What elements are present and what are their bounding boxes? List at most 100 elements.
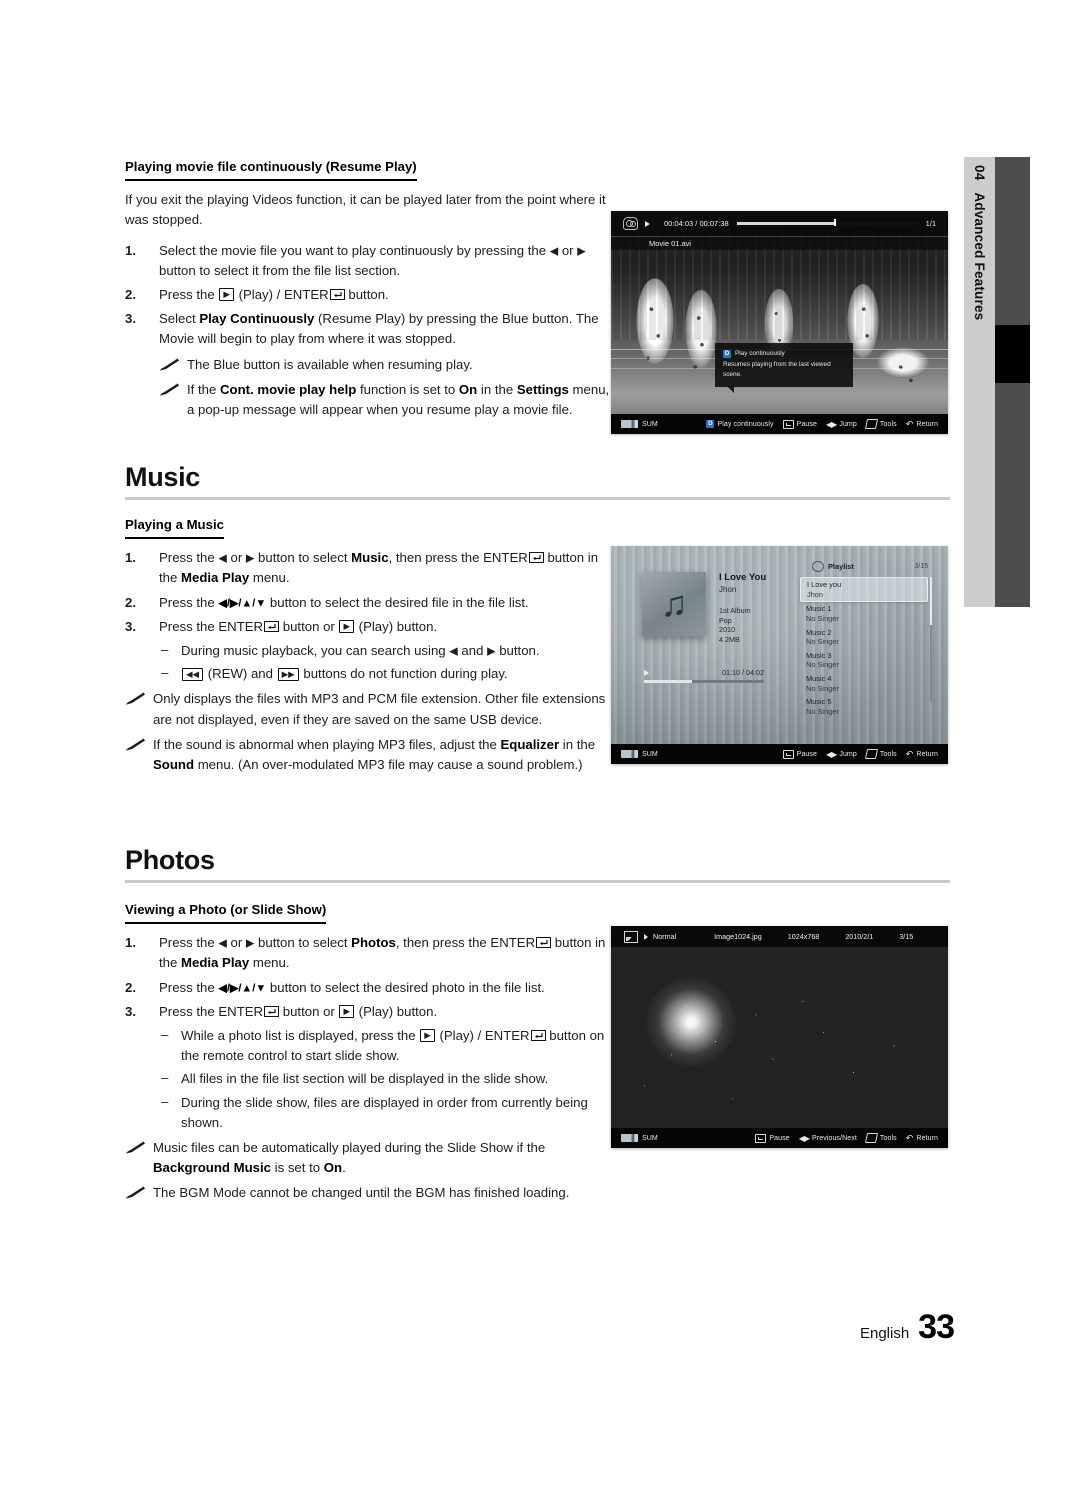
- movie-osd-bottom-bar: SUM D Play continuously Pause ◀▶ Jump To…: [611, 414, 948, 434]
- hint-label: Pause: [796, 420, 818, 428]
- note-text: The BGM Mode cannot be changed until the…: [153, 1185, 570, 1201]
- music-dash-list: – During music playback, you can search …: [159, 641, 615, 684]
- playlist-item[interactable]: Music 1 No Singer: [800, 602, 928, 625]
- playlist-item[interactable]: Music 2 No Singer: [800, 626, 928, 649]
- note-item: The Blue button is available when resumi…: [159, 355, 615, 375]
- pencil-note-icon: [126, 1140, 145, 1154]
- step-item: 3. Select Play Continuously (Resume Play…: [125, 309, 615, 349]
- pencil-note-icon: [160, 382, 179, 396]
- hint-return[interactable]: ↶ Return: [906, 749, 938, 760]
- note-item: Music files can be automatically played …: [125, 1138, 615, 1178]
- enter-key-icon: [329, 288, 345, 300]
- photo-viewer-screenshot: Normal Image1024.jpg 1024x768 2010/2/1 3…: [611, 926, 948, 1148]
- blue-button-badge: D: [706, 420, 715, 428]
- note-text: If the sound is abnormal when playing MP…: [153, 736, 596, 772]
- usb-device-label: SUM: [642, 750, 658, 758]
- tools-icon: [864, 749, 878, 759]
- playlist-item[interactable]: Music 5 No Singer: [800, 695, 928, 718]
- hint-previous-next[interactable]: ◀▶ Previous/Next: [799, 1134, 857, 1143]
- pencil-note-icon: [160, 357, 179, 371]
- step-text: Press the ENTER button or ▶ (Play) butto…: [159, 618, 438, 634]
- hint-tools[interactable]: Tools: [864, 1133, 897, 1143]
- music-time-readout: 01:10 / 04:02: [722, 668, 764, 677]
- pencil-note-icon: [126, 692, 145, 705]
- playlist-item-artist: No Singer: [806, 706, 839, 716]
- playlist-item[interactable]: I Love you Jhon: [800, 577, 928, 603]
- music-player-screenshot: ♫ I Love You Jhon 1st Album Pop 2010 4.2…: [611, 546, 948, 764]
- hint-tools[interactable]: Tools: [864, 419, 897, 429]
- hint-play-continuously[interactable]: D Play continuously: [706, 420, 774, 428]
- note-item: The BGM Mode cannot be changed until the…: [125, 1183, 615, 1203]
- note-text: If the Cont. movie play help function is…: [187, 381, 610, 417]
- chapter-number: 04: [972, 165, 987, 181]
- dash-item: – All files in the file list section wil…: [159, 1069, 615, 1089]
- hint-jump[interactable]: ◀▶ Jump: [826, 750, 857, 759]
- note-item: If the sound is abnormal when playing MP…: [125, 735, 615, 775]
- hint-label: Tools: [879, 1134, 897, 1142]
- hint-pause[interactable]: Pause: [782, 749, 817, 759]
- photo-osd-top-bar: Normal Image1024.jpg 1024x768 2010/2/1 3…: [611, 926, 948, 947]
- music-progress-bar[interactable]: [644, 680, 764, 683]
- hint-label: Return: [916, 420, 938, 428]
- movie-progress-fill: [736, 222, 835, 225]
- step-text: Press the ◀/▶/▲/▼ button to select the d…: [159, 594, 529, 610]
- playlist-scrollbar[interactable]: [930, 577, 932, 701]
- hint-label: Pause: [769, 1134, 790, 1142]
- page-footer: English 33: [860, 1308, 955, 1347]
- dash-text: ◀◀ (REW) and ▶▶ buttons do not function …: [181, 666, 508, 681]
- play-key-icon: ▶: [219, 288, 234, 302]
- playlist-item[interactable]: Music 4 No Singer: [800, 672, 928, 695]
- resume-play-popup: D Play continuously Resumes playing from…: [715, 343, 853, 393]
- note-text: Only displays the files with MP3 and PCM…: [153, 691, 606, 727]
- photos-block: Viewing a Photo (or Slide Show) 1. Press…: [125, 900, 615, 1207]
- note-text: Music files can be automatically played …: [153, 1139, 546, 1176]
- dash-text: All files in the file list section will …: [181, 1071, 549, 1087]
- hint-pause[interactable]: Pause: [755, 1133, 790, 1143]
- hint-return[interactable]: ↶ Return: [906, 419, 938, 430]
- left-arrow-icon: ◀: [218, 552, 227, 565]
- hint-pause[interactable]: Pause: [782, 419, 818, 429]
- enter-key-icon: [264, 620, 280, 632]
- playlist-item-artist: No Singer: [806, 613, 839, 623]
- photo-filename: Image1024.jpg: [714, 932, 762, 941]
- movie-progress-knob[interactable]: [834, 219, 837, 226]
- play-key-icon: ▶: [339, 620, 355, 634]
- hint-jump[interactable]: ◀▶ Jump: [826, 420, 857, 429]
- hint-label: Return: [916, 750, 938, 758]
- hint-label: Play continuously: [717, 420, 774, 428]
- hint-tools[interactable]: Tools: [864, 749, 897, 759]
- enter-icon: [755, 1133, 767, 1143]
- film-reel-icon: [623, 217, 638, 230]
- popup-body: Resumes playing from the last viewed sce…: [723, 361, 831, 378]
- playlist-item[interactable]: Music 3 No Singer: [800, 649, 928, 672]
- step-number: 2.: [125, 594, 136, 610]
- music-subheading: Playing a Music: [125, 515, 224, 540]
- movie-progress-bar[interactable]: [736, 219, 918, 226]
- dash-bullet: –: [161, 665, 169, 681]
- usb-device-indicator: SUM: [621, 420, 658, 428]
- dash-bullet: –: [161, 1070, 169, 1086]
- fast-forward-key-icon: ▶▶: [277, 667, 299, 681]
- step-item: 2. Press the ◀/▶/▲/▼ button to select th…: [125, 593, 615, 613]
- enter-key-icon: [530, 1029, 546, 1041]
- picture-icon: [624, 930, 638, 943]
- dash-item: – ◀◀ (REW) and ▶▶ buttons do not functio…: [159, 664, 615, 684]
- dash-bullet: –: [161, 1093, 169, 1109]
- music-playbar-row: 01:10 / 04:02: [644, 668, 764, 677]
- right-arrow-icon: ▶: [577, 245, 586, 258]
- playlist-item-artist: No Singer: [806, 637, 839, 647]
- playlist-item-artist: Jhon: [807, 589, 824, 599]
- tools-icon: [864, 1133, 878, 1143]
- hint-return[interactable]: ↶ Return: [906, 1133, 938, 1144]
- playlist-count: 3/15: [914, 563, 928, 570]
- movie-hint-group: D Play continuously Pause ◀▶ Jump Tools …: [706, 419, 938, 430]
- music-playback-controls: 01:10 / 04:02: [644, 668, 764, 683]
- music-hint-group: Pause ◀▶ Jump Tools ↶ Return: [782, 749, 938, 760]
- enter-key-icon: [536, 937, 552, 949]
- section-rule: [125, 880, 950, 883]
- note-item: If the Cont. movie play help function is…: [159, 380, 615, 420]
- movie-filename: Movie 01.avi: [649, 239, 692, 248]
- playlist-item-artist: No Singer: [806, 683, 839, 693]
- hint-label: Jump: [839, 420, 857, 428]
- chapter-label: Advanced Features: [972, 192, 987, 321]
